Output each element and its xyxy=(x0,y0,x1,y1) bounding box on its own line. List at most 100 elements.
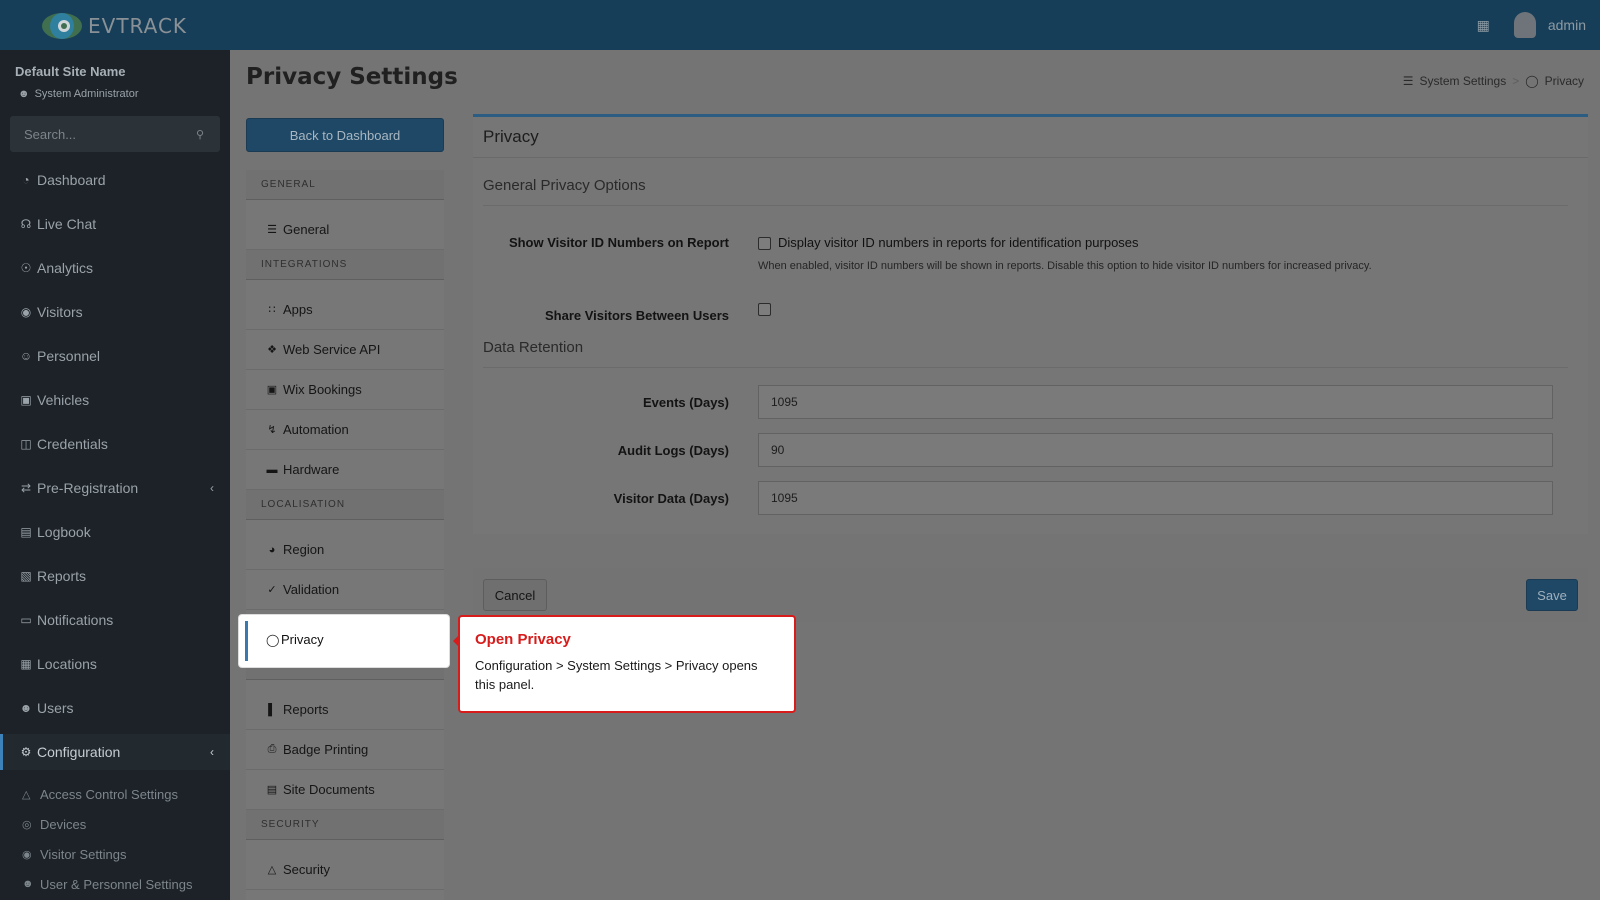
menu-item-label: Badge Printing xyxy=(283,742,369,757)
cancel-button[interactable]: Cancel xyxy=(483,579,547,611)
sidebar-item-logbook[interactable]: ▤ Logbook xyxy=(0,514,230,550)
sidebar-item-personnel[interactable]: ☺ Personnel xyxy=(0,338,230,374)
printer-icon: ⎙ xyxy=(267,743,277,755)
menu-item-security[interactable]: △ Security xyxy=(246,850,444,890)
tutorial-tooltip: Open Privacy Configuration > System Sett… xyxy=(453,615,796,713)
building-icon: ▦ xyxy=(20,657,32,671)
breadcrumb-privacy: Privacy xyxy=(1544,74,1584,88)
breadcrumb-system-settings[interactable]: System Settings xyxy=(1420,74,1507,88)
menu-item-region[interactable]: ◕ Region xyxy=(246,530,444,570)
building-icon[interactable]: ▦ xyxy=(1477,17,1490,34)
sidebar-item-label: Reports xyxy=(37,568,87,584)
sidebar-item-users[interactable]: ☻ Users xyxy=(0,690,230,726)
search-input[interactable] xyxy=(10,116,180,152)
audit-logs-days-input[interactable] xyxy=(758,433,1553,467)
personnel-icon: ☺ xyxy=(19,349,33,363)
visitor-data-days-label: Visitor Data (Days) xyxy=(613,491,729,506)
users-icon: ☻ xyxy=(22,878,34,890)
document-icon: ▤ xyxy=(266,784,278,796)
sidebar-subitem-devices[interactable]: ◎ Devices xyxy=(0,810,230,838)
sidebar-item-label: Configuration xyxy=(37,744,121,760)
shield-icon: ◯ xyxy=(266,633,280,647)
menu-item-validation[interactable]: ✓ Validation xyxy=(246,570,444,610)
section-title-data-retention: Data Retention xyxy=(483,339,584,356)
active-indicator xyxy=(245,621,248,661)
menu-item-privacy[interactable]: ◯ Privacy xyxy=(239,615,449,667)
menu-section-security: SECURITY xyxy=(246,810,444,840)
sidebar-item-visitors[interactable]: ◉ Visitors xyxy=(0,294,230,330)
section-title-general-privacy: General Privacy Options xyxy=(483,177,646,194)
menu-item-web-service-api[interactable]: ❖ Web Service API xyxy=(246,330,444,370)
sidebar-subitem-user-personnel[interactable]: ☻ User & Personnel Settings xyxy=(0,870,230,898)
card-title: Privacy xyxy=(483,127,539,146)
divider xyxy=(483,367,1568,368)
menu-item-wix-bookings[interactable]: ▣ Wix Bookings xyxy=(246,370,444,410)
menu-item-label: Apps xyxy=(283,302,313,317)
avatar xyxy=(1513,12,1536,38)
sidebar-item-locations[interactable]: ▦ Locations xyxy=(0,646,230,682)
menu-item-badge-printing[interactable]: ⎙ Badge Printing xyxy=(246,730,444,770)
user-menu[interactable]: admin xyxy=(1513,12,1586,38)
sidebar-item-label: Personnel xyxy=(37,348,101,364)
sidebar-item-reports[interactable]: ▧ Reports xyxy=(0,558,230,594)
sidebar-item-notifications[interactable]: ▭ Notifications xyxy=(0,602,230,638)
menu-section-integrations: INTEGRATIONS xyxy=(246,250,444,280)
menu-item-apps[interactable]: ∷ Apps xyxy=(246,290,444,330)
page-title: Privacy Settings xyxy=(246,64,458,90)
tooltip-body: Configuration > System Settings > Privac… xyxy=(475,658,758,692)
menu-item-reports[interactable]: ▌ Reports xyxy=(246,690,444,730)
book-icon: ▤ xyxy=(20,525,32,539)
analytics-icon: ☉ xyxy=(20,261,32,275)
search-icon[interactable]: ⚲ xyxy=(196,128,204,141)
divider xyxy=(483,205,1568,206)
sidebar-item-label: Analytics xyxy=(37,260,94,276)
sidebar-item-configuration[interactable]: ⚙ Configuration ‹ xyxy=(0,734,230,770)
sidebar-item-label: Logbook xyxy=(37,524,91,540)
sidebar-item-credentials[interactable]: ◫ Credentials xyxy=(0,426,230,462)
save-button[interactable]: Save xyxy=(1526,579,1578,611)
sidebar-item-vehicles[interactable]: ▣ Vehicles xyxy=(0,382,230,418)
bar-chart-icon: ▌ xyxy=(268,703,276,716)
sidebar-item-live-chat[interactable]: ☊ Live Chat xyxy=(0,206,230,242)
evtrack-logo[interactable]: EVTRACK xyxy=(40,10,240,42)
globe-icon: ◕ xyxy=(268,543,276,556)
sidebar-item-analytics[interactable]: ☉ Analytics xyxy=(0,250,230,286)
sidebar-subitem-visitor-settings[interactable]: ◉ Visitor Settings xyxy=(0,840,230,868)
sidebar-item-label: Vehicles xyxy=(37,392,90,408)
top-navbar: EVTRACK ▦ admin xyxy=(0,0,1600,50)
site-name: Default Site Name xyxy=(15,64,126,79)
menu-item-label: Region xyxy=(283,542,325,557)
eye-icon: ◉ xyxy=(20,305,32,319)
check-circle-icon: ✓ xyxy=(267,584,277,596)
api-icon: ❖ xyxy=(267,344,277,356)
user-name: admin xyxy=(1547,17,1586,33)
share-visitors-checkbox[interactable] xyxy=(758,303,771,316)
sliders-icon: ☰ xyxy=(1402,74,1414,88)
menu-item-general[interactable]: ☰ General xyxy=(246,210,444,250)
grid-icon: ∷ xyxy=(268,304,276,316)
user-role-label: System Administrator xyxy=(34,88,139,100)
sidebar-item-label: Users xyxy=(37,700,74,716)
eye-icon: ◉ xyxy=(22,848,32,861)
share-visitors-label: Share Visitors Between Users xyxy=(544,308,729,323)
menu-item-hardware[interactable]: ▬ Hardware xyxy=(246,450,444,490)
events-days-input[interactable] xyxy=(758,385,1553,419)
sidebar-item-label: Locations xyxy=(37,656,97,672)
chevron-left-icon: ‹ xyxy=(210,481,214,495)
show-visitor-id-checkbox[interactable] xyxy=(758,237,771,250)
sidebar-item-pre-registration[interactable]: ⇄ Pre-Registration ‹ xyxy=(0,470,230,506)
sidebar-subitem-access-control[interactable]: △ Access Control Settings xyxy=(0,780,230,808)
show-visitor-id-checkbox-label[interactable]: Display visitor ID numbers in reports fo… xyxy=(778,235,1139,250)
back-to-dashboard-button[interactable]: Back to Dashboard xyxy=(246,118,444,152)
sidebar-subitem-label: Visitor Settings xyxy=(40,846,127,862)
sidebar-item-dashboard[interactable]: ◔ Dashboard xyxy=(0,162,230,198)
reports-icon: ▧ xyxy=(20,569,32,583)
menu-item-automation[interactable]: ↯ Automation xyxy=(246,410,444,450)
menu-item-site-documents[interactable]: ▤ Site Documents xyxy=(246,770,444,810)
menu-item-label: Hardware xyxy=(283,462,340,477)
visitor-data-days-input[interactable] xyxy=(758,481,1553,515)
hardware-icon: ▬ xyxy=(266,463,278,476)
menu-item-label: Automation xyxy=(283,422,349,437)
sidebar-subitem-label: User & Personnel Settings xyxy=(40,876,193,892)
tooltip-title: Open Privacy xyxy=(475,631,571,648)
